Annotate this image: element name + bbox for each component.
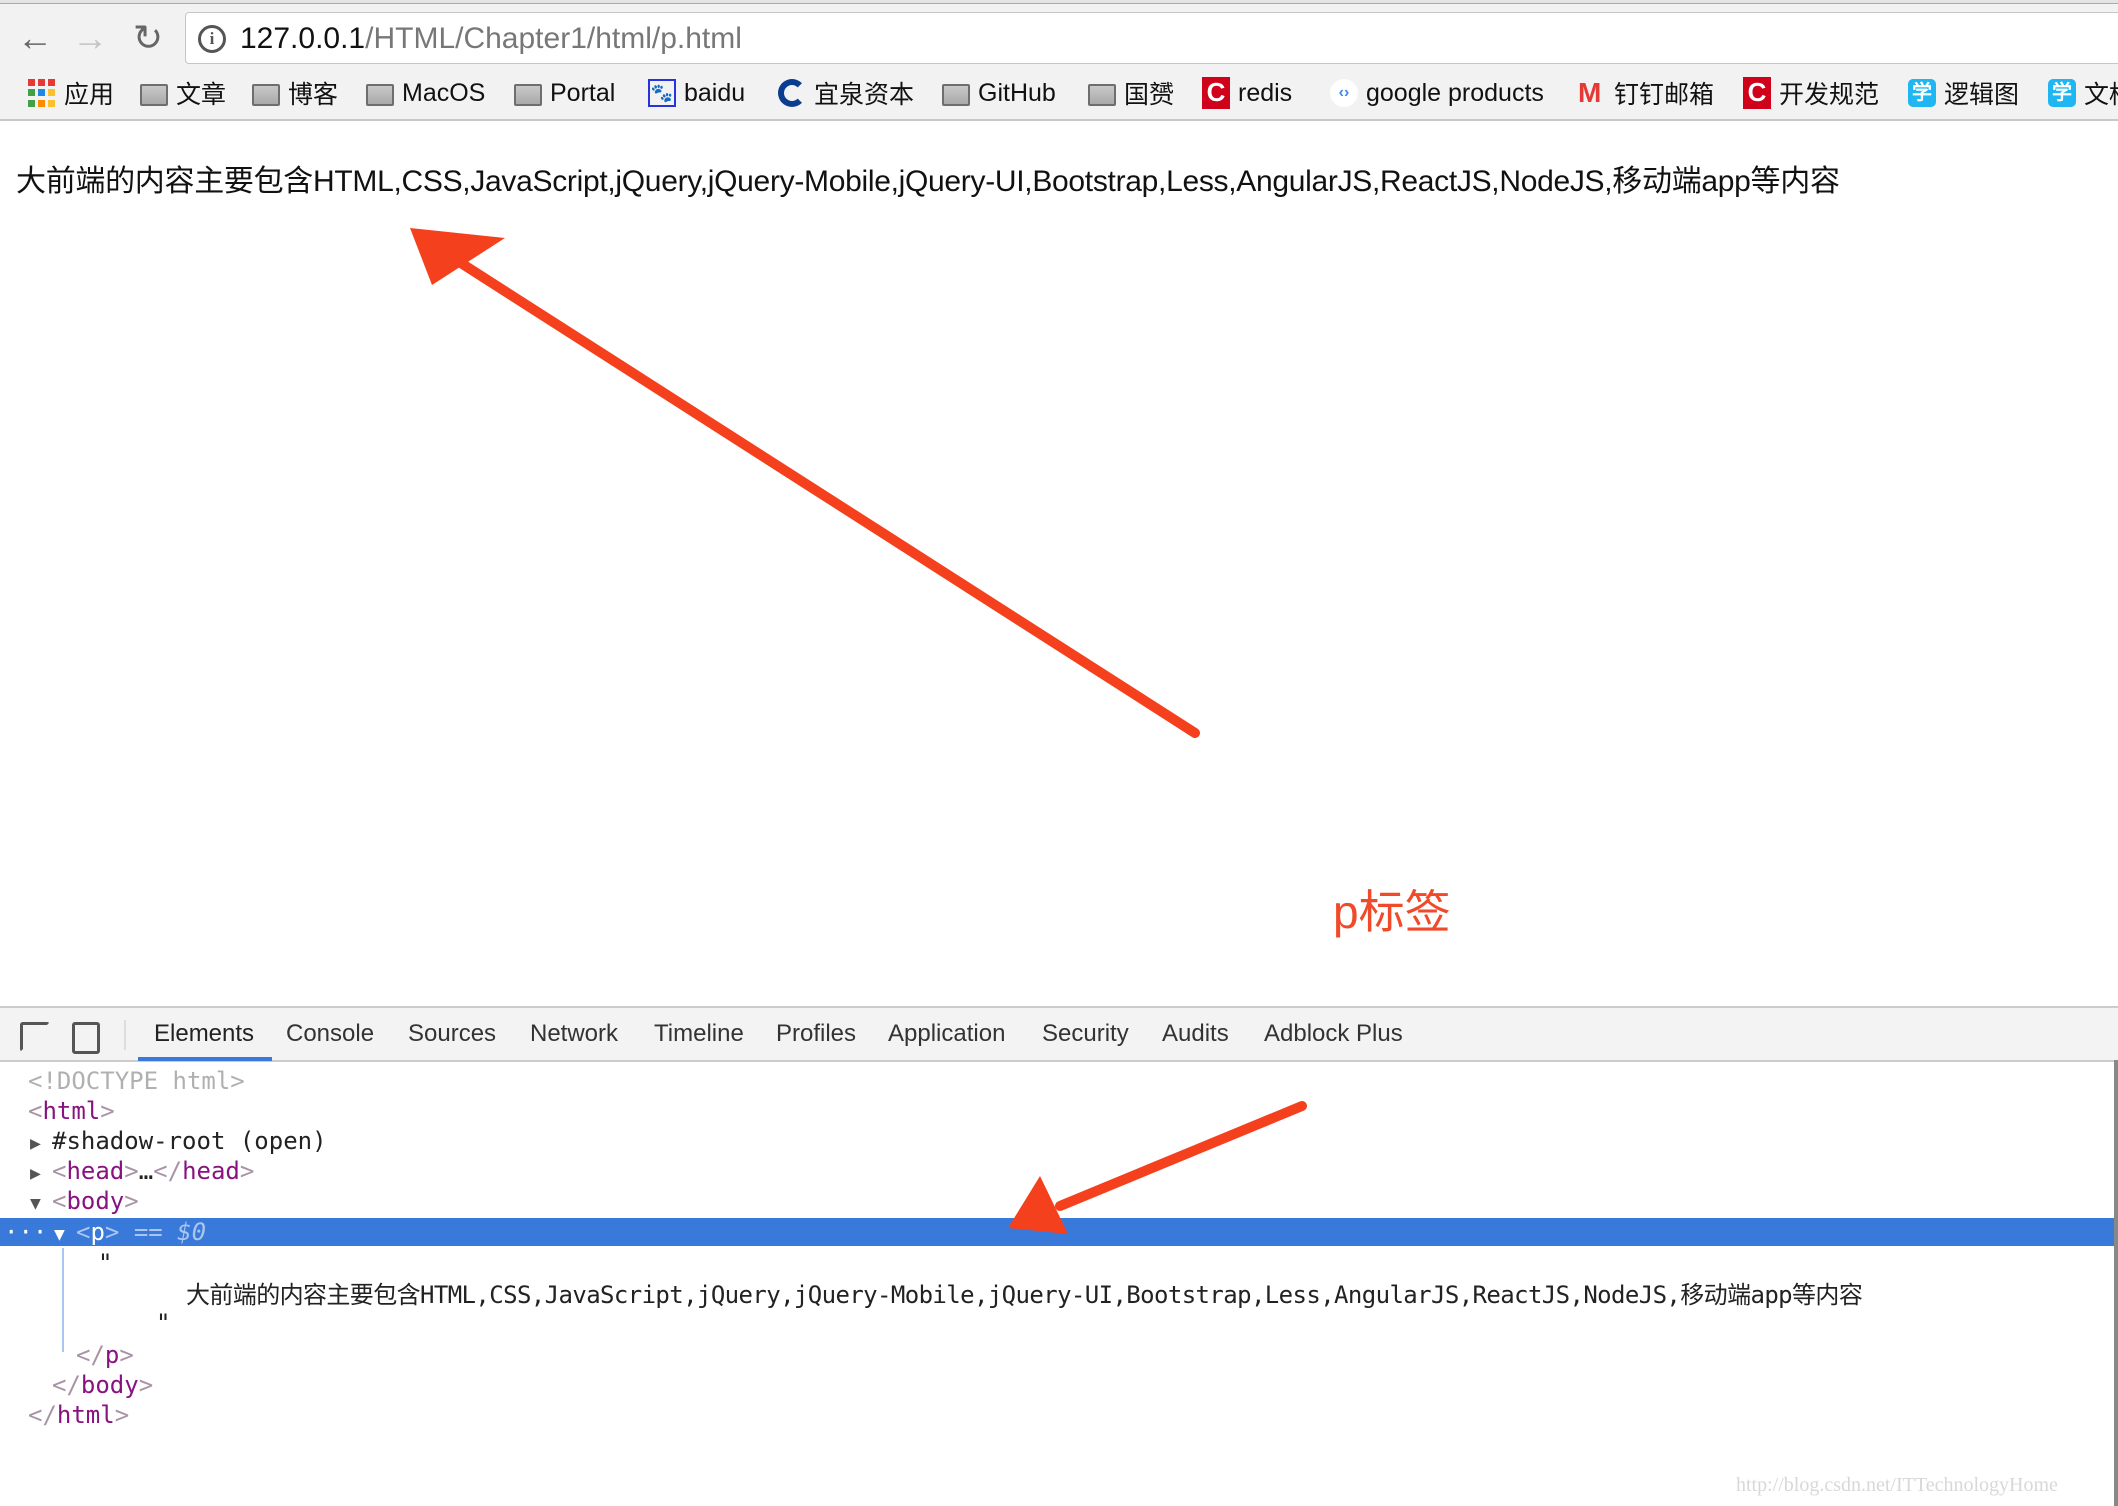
xue-icon: 学 [2048,79,2076,107]
devtools-scrollbar[interactable] [2114,1060,2118,1506]
dom-html-close[interactable]: </html> [0,1400,2114,1430]
dom-p-close[interactable]: </p> [0,1340,2114,1370]
dom-p-selected[interactable]: ··· ▼ <p> == $0 [0,1218,2114,1246]
dom-quote-close: " [156,1309,171,1337]
bookmark-label: GitHub [978,78,1056,107]
tab-profiles[interactable]: Profiles [776,1018,856,1050]
folder-icon [942,84,970,106]
bookmark-label: Portal [550,78,616,107]
bookmark-7[interactable]: GitHub [942,76,1056,110]
bookmark-label: redis [1238,78,1293,107]
tab-adblock-plus[interactable]: Adblock Plus [1264,1018,1403,1050]
tab-security[interactable]: Security [1042,1018,1129,1050]
bookmark-label: 逻辑图 [1944,81,2020,109]
inspect-element-icon[interactable] [20,1022,50,1052]
bookmark-label: MacOS [402,78,486,107]
devtools-tabbar: Elements Console Sources Network Timeline Pro… [0,1008,2118,1062]
more-dots-icon[interactable]: ··· [4,1218,54,1246]
bookmark-label: 文章 [176,81,227,109]
expand-triangle-icon[interactable]: ▶ [30,1129,52,1159]
bookmark-14[interactable]: 学文档 [2048,76,2118,110]
info-icon[interactable]: i [198,25,226,53]
collapse-triangle-icon[interactable]: ▼ [30,1189,52,1219]
bookmark-8[interactable]: 国赟 [1088,76,1174,110]
apps-grid-icon [28,79,56,107]
expand-triangle-icon[interactable]: ▶ [30,1159,52,1189]
collapse-triangle-icon[interactable]: ▼ [54,1221,76,1249]
tab-console[interactable]: Console [286,1018,374,1050]
bookmark-label: baidu [684,78,746,107]
csdn-c-icon: C [1202,77,1230,109]
reload-button[interactable]: ↻ [128,18,168,58]
bookmark-5[interactable]: 🐾 baidu [648,76,745,110]
bookmark-1[interactable]: 文章 [140,76,226,110]
bookmark-label: 开发规范 [1779,81,1880,109]
bookmark-13[interactable]: 学逻辑图 [1908,76,2019,110]
annotation-label: p标签 [1333,886,1451,938]
watermark: http://blog.csdn.net/ITTechnologyHome [1736,1474,2058,1496]
bookmark-12[interactable]: C 开发规范 [1743,76,1879,110]
gmail-m-icon: M [1578,77,1602,108]
folder-icon [252,84,280,106]
bookmark-2[interactable]: 博客 [252,76,338,110]
bookmark-4[interactable]: Portal [514,76,615,110]
address-bar[interactable]: i 127.0.0.1/HTML/Chapter1/html/p.html [185,12,2118,64]
tab-elements[interactable]: Elements [154,1018,254,1050]
bookmark-label: 博客 [288,81,339,109]
folder-icon [514,84,542,106]
bookmark-label: 国赟 [1124,81,1175,109]
dom-doctype[interactable]: <!DOCTYPE html> [0,1066,2114,1096]
bookmark-label: 文档 [2084,81,2118,109]
tab-network[interactable]: Network [530,1018,618,1050]
active-tab-indicator [138,1057,272,1061]
bookmark-3[interactable]: MacOS [366,76,485,110]
tab-application[interactable]: Application [888,1018,1005,1050]
dom-body-close[interactable]: </body> [0,1370,2114,1400]
dom-indent-guide [62,1248,64,1352]
devtools-panel: Elements Console Sources Network Timeline Pro… [0,1006,2118,1506]
bookmark-10[interactable]: ‹› google products [1330,76,1544,110]
back-button[interactable]: ← [15,18,55,58]
bookmark-9[interactable]: Credis [1202,76,1292,110]
google-developers-icon: ‹› [1330,79,1358,107]
folder-icon [1088,84,1116,106]
page-paragraph: 大前端的内容主要包含HTML,CSS,JavaScript,jQuery,jQu… [16,165,1840,198]
tab-timeline[interactable]: Timeline [654,1018,744,1050]
dom-head[interactable]: ▶ <head>…</head> [0,1156,2114,1186]
tab-audits[interactable]: Audits [1162,1018,1229,1050]
tab-sources[interactable]: Sources [408,1018,496,1050]
bookmark-label: 应用 [64,81,115,109]
dom-shadow-root[interactable]: ▶ #shadow-root (open) [0,1126,2114,1156]
bookmark-label: 钉钉邮箱 [1614,81,1715,109]
dom-html-open[interactable]: <html> [0,1096,2114,1126]
yiquan-logo-icon [778,79,806,107]
browser-toolbar: ← → ↻ i 127.0.0.1/HTML/Chapter1/html/p.h… [0,0,2118,121]
forward-button[interactable]: → [70,18,110,58]
bookmark-label: 宜泉资本 [814,81,915,109]
device-toolbar-icon[interactable] [72,1022,100,1054]
divider [124,1020,126,1050]
dom-quote-open: " [98,1249,113,1277]
bookmark-11[interactable]: M 钉钉邮箱 [1578,76,1714,110]
url-path: /HTML/Chapter1/html/p.html [365,22,742,55]
dom-text-node[interactable]: 大前端的内容主要包含HTML,CSS,JavaScript,jQuery,jQu… [0,1280,2114,1310]
dom-body-open[interactable]: ▼ <body> [0,1186,2114,1216]
folder-icon [140,84,168,106]
bookmark-6[interactable]: 宜泉资本 [778,76,914,110]
baidu-paw-icon: 🐾 [648,79,676,107]
xue-icon: 学 [1908,79,1936,107]
url-text: 127.0.0.1/HTML/Chapter1/html/p.html [240,21,742,57]
tab-strip [0,0,2118,4]
bookmark-label: google products [1366,78,1544,107]
bookmark-0[interactable]: 应用 [28,76,114,110]
arrow-to-paragraph [410,228,1200,738]
csdn-c-icon: C [1743,77,1771,109]
bookmarks-bar: 应用 文章 博客 MacOS Portal 🐾 baidu 宜泉资本 GitHub 国赟 Credi… [0,70,2118,116]
folder-icon [366,84,394,106]
url-host: 127.0.0.1 [240,22,366,55]
